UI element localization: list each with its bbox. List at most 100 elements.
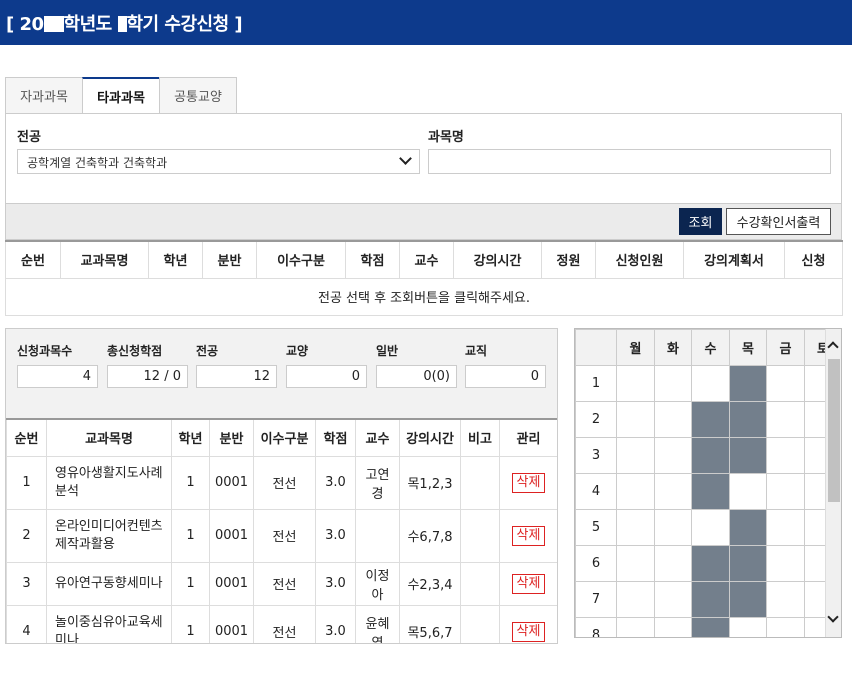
cell-course-name: 유아연구동향세미나 (46, 561, 172, 606)
timetable-cell-filled (729, 365, 767, 402)
chevron-up-icon[interactable] (827, 341, 839, 353)
column-header: 신청 (784, 240, 843, 279)
timetable-cell (654, 581, 692, 618)
cell-manage: 삭제 (499, 604, 557, 643)
summary-value-teaching: 0 (465, 365, 546, 388)
print-confirmation-button[interactable]: 수강확인서출력 (726, 208, 831, 235)
cell-type: 전선 (253, 561, 316, 606)
timetable-cell (616, 401, 655, 438)
column-header: 교과목명 (60, 240, 149, 279)
cell-section: 0001 (209, 604, 254, 643)
major-label: 전공 (17, 130, 41, 145)
cell-type: 전선 (253, 508, 316, 563)
cell-section: 0001 (209, 508, 254, 563)
cell-time: 목1,2,3 (399, 455, 461, 510)
timetable-cell (654, 509, 692, 546)
table-row: 전공 선택 후 조회버튼을 클릭해주세요. (5, 277, 843, 316)
cell-note (460, 508, 500, 563)
period-label: 6 (575, 545, 617, 582)
timetable-cell (766, 509, 805, 546)
period-label: 3 (575, 437, 617, 474)
column-header: 이수구분 (256, 240, 346, 279)
summary-value-total-credits: 12 / 0 (107, 365, 188, 388)
summary-label-liberal-arts: 교양 (286, 344, 309, 358)
timetable-row: 8 (575, 617, 841, 637)
timetable-cell-filled (691, 581, 730, 618)
timetable-cell (616, 617, 655, 637)
cell-section: 0001 (209, 455, 254, 510)
timetable-cell-filled (729, 545, 767, 582)
column-header: 순번 (6, 418, 47, 457)
search-panel: 전공 과목명 공학계열 건축학과 건축학과 (5, 113, 842, 204)
redaction-block (117, 16, 127, 32)
cell-year: 1 (171, 604, 210, 643)
column-header: 분반 (202, 240, 257, 279)
cell-section: 0001 (209, 561, 254, 606)
timetable-cell (766, 581, 805, 618)
delete-button[interactable]: 삭제 (511, 573, 546, 594)
day-header: 목 (729, 329, 767, 366)
tab-other-dept[interactable]: 타과과목 (82, 77, 160, 114)
timetable-cell-filled (691, 545, 730, 582)
applied-courses-panel: 신청과목수 총신청학점 전공 교양 일반 교직 4 12 / 0 12 0 0(… (5, 328, 558, 644)
cell-course-name: 영유아생활지도사례분석 (46, 455, 172, 510)
column-header: 강의시간 (453, 240, 542, 279)
cell-professor: 고연경 (355, 455, 400, 510)
cell-course-name: 온라인미디어컨텐츠제작과활용 (46, 508, 172, 563)
cell-time: 수6,7,8 (399, 508, 461, 563)
major-select[interactable]: 공학계열 건축학과 건축학과 (17, 149, 420, 174)
search-button[interactable]: 조회 (679, 208, 722, 235)
timetable-scrollbar[interactable] (825, 329, 841, 637)
timetable-cell (691, 509, 730, 546)
scrollbar-thumb[interactable] (828, 359, 840, 502)
course-search-table: 순번 교과목명 학년 분반 이수구분 학점 교수 강의시간 정원 신청인원 강의… (5, 240, 843, 316)
column-header: 정원 (541, 240, 596, 279)
summary-label-course-count: 신청과목수 (17, 344, 73, 358)
timetable-cell (766, 617, 805, 637)
timetable-cell-filled (691, 473, 730, 510)
page-header: [ 20 학년도 학기 수강신청 ] (0, 0, 852, 45)
column-header: 비고 (460, 418, 500, 457)
summary-value-major: 12 (196, 365, 277, 388)
summary-area: 신청과목수 총신청학점 전공 교양 일반 교직 4 12 / 0 12 0 0(… (6, 329, 557, 418)
empty-message: 전공 선택 후 조회버튼을 클릭해주세요. (5, 277, 843, 316)
day-header: 화 (654, 329, 692, 366)
cell-no: 2 (6, 508, 47, 563)
column-header: 강의계획서 (683, 240, 785, 279)
cell-note (460, 455, 500, 510)
delete-button[interactable]: 삭제 (511, 472, 546, 493)
timetable-cell (616, 365, 655, 402)
cell-credit: 3.0 (315, 561, 356, 606)
timetable-cell (766, 473, 805, 510)
summary-label-total-credits: 총신청학점 (107, 344, 163, 358)
cell-year: 1 (171, 561, 210, 606)
tab-general-ed[interactable]: 공통교양 (159, 77, 237, 114)
course-table-header-row: 순번 교과목명 학년 분반 이수구분 학점 교수 강의시간 정원 신청인원 강의… (5, 240, 843, 279)
course-name-input[interactable] (428, 149, 831, 174)
timetable-row: 3 (575, 437, 841, 474)
timetable-cell (766, 365, 805, 402)
summary-value-course-count: 4 (17, 365, 98, 388)
chevron-down-icon[interactable] (827, 611, 839, 623)
major-select-value: 공학계열 건축학과 건축학과 (27, 156, 168, 170)
tab-own-dept[interactable]: 자과과목 (5, 77, 83, 114)
cell-type: 전선 (253, 455, 316, 510)
timetable-cell (654, 473, 692, 510)
column-header: 분반 (209, 418, 254, 457)
table-row: 4 놀이중심유아교육세미나 1 0001 전선 3.0 윤혜영 목5,6,7 삭… (6, 604, 557, 643)
cell-manage: 삭제 (499, 561, 557, 606)
applied-table-header-row: 순번 교과목명 학년 분반 이수구분 학점 교수 강의시간 비고 관리 (6, 418, 557, 457)
delete-button[interactable]: 삭제 (511, 621, 546, 642)
summary-label-general: 일반 (376, 344, 399, 358)
column-header: 학년 (148, 240, 203, 279)
column-header: 교수 (399, 240, 454, 279)
table-row: 3 유아연구동향세미나 1 0001 전선 3.0 이정아 수2,3,4 삭제 (6, 561, 557, 606)
cell-manage: 삭제 (499, 508, 557, 563)
delete-button[interactable]: 삭제 (511, 525, 546, 546)
course-tabs: 자과과목 타과과목 공통교양 (5, 77, 237, 114)
timetable-cell (766, 401, 805, 438)
day-header: 월 (616, 329, 655, 366)
column-header: 교수 (355, 418, 400, 457)
timetable-cell (616, 509, 655, 546)
cell-no: 4 (6, 604, 47, 643)
